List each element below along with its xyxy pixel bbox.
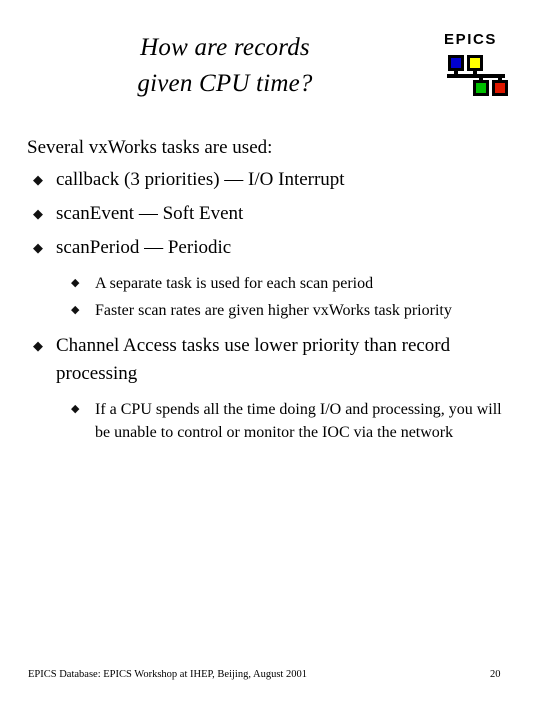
diamond-bullet-icon: ◆	[71, 403, 80, 415]
sub-bullet-text: Faster scan rates are given higher vxWor…	[95, 302, 452, 319]
bullet-text: callback (3 priorities) — I/O Interrupt	[56, 169, 345, 190]
footer-caption: EPICS Database: EPICS Workshop at IHEP, …	[28, 669, 307, 680]
diamond-bullet-icon: ◆	[33, 172, 43, 187]
slide-footer: EPICS Database: EPICS Workshop at IHEP, …	[0, 668, 540, 690]
epics-wordmark: EPICS	[444, 31, 498, 48]
bullet-item-scanperiod: ◆ scanPeriod — Periodic	[27, 234, 517, 262]
diamond-bullet-icon: ◆	[33, 206, 43, 221]
epics-network-icon	[440, 54, 520, 98]
diamond-bullet-icon: ◆	[71, 304, 80, 316]
page-title: How are records given CPU time?	[60, 30, 390, 102]
network-node-green-icon	[473, 80, 489, 96]
sub-bullet-item-separate-task: ◆ A separate task is used for each scan …	[62, 272, 517, 295]
epics-logo: EPICS	[440, 32, 520, 98]
page-title-line-1: How are records	[140, 34, 310, 61]
body-lead-text: Several vxWorks tasks are used:	[27, 137, 273, 158]
bullet-text: scanPeriod — Periodic	[56, 237, 232, 258]
bullet-item-callback: ◆ callback (3 priorities) — I/O Interrup…	[27, 166, 517, 194]
slide-body: Several vxWorks tasks are used: ◆ callba…	[27, 134, 517, 454]
slide: How are records given CPU time? EPICS Se…	[0, 0, 540, 720]
diamond-bullet-icon: ◆	[33, 338, 43, 353]
network-node-blue-icon	[448, 55, 464, 71]
bullet-list-level1: ◆ callback (3 priorities) — I/O Interrup…	[27, 166, 517, 444]
sub-bullet-item-faster-scan-rates: ◆ Faster scan rates are given higher vxW…	[62, 299, 517, 322]
network-node-red-icon	[492, 80, 508, 96]
diamond-bullet-icon: ◆	[33, 240, 43, 255]
bullet-list-level2-scanperiod: ◆ A separate task is used for each scan …	[27, 272, 517, 322]
bullet-text: scanEvent — Soft Event	[56, 203, 244, 224]
sub-bullet-text: A separate task is used for each scan pe…	[95, 275, 374, 292]
sub-bullet-item-cpu-saturation: ◆ If a CPU spends all the time doing I/O…	[62, 398, 517, 444]
page-number: 20	[490, 669, 501, 680]
bullet-text: Channel Access tasks use lower priority …	[56, 335, 451, 384]
page-title-line-2: given CPU time?	[137, 70, 313, 97]
sub-bullet-text: If a CPU spends all the time doing I/O a…	[95, 401, 502, 441]
bullet-item-channel-access: ◆ Channel Access tasks use lower priorit…	[27, 332, 517, 388]
slide-header: How are records given CPU time? EPICS	[0, 0, 540, 120]
bullet-item-scanevent: ◆ scanEvent — Soft Event	[27, 200, 517, 228]
network-node-yellow-icon	[467, 55, 483, 71]
bullet-list-level2-channel-access: ◆ If a CPU spends all the time doing I/O…	[27, 398, 517, 444]
diamond-bullet-icon: ◆	[71, 277, 80, 289]
